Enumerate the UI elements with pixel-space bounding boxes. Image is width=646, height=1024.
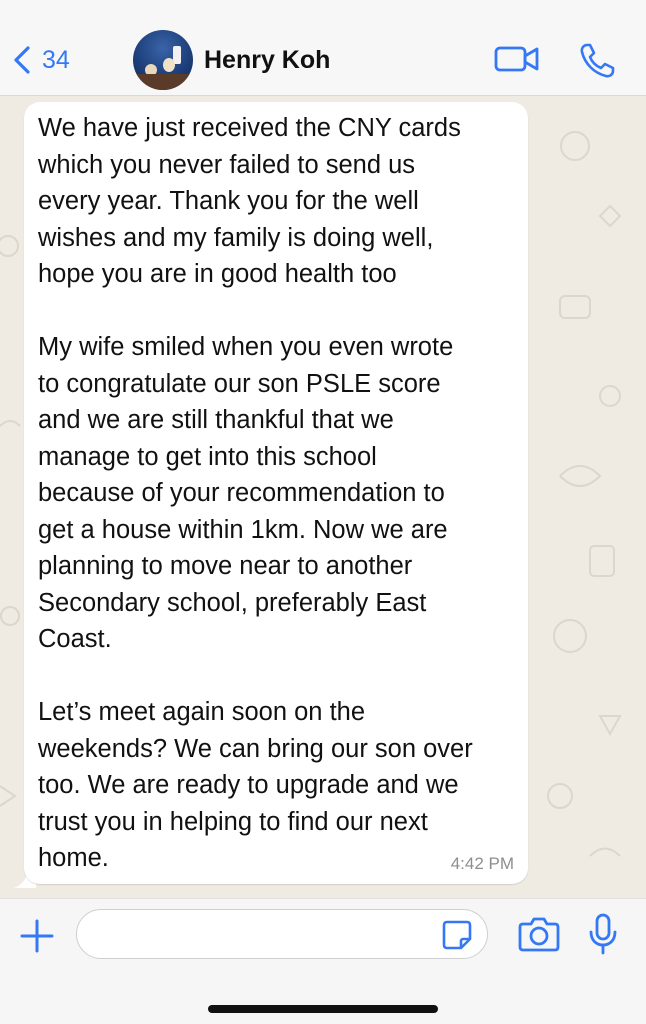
- contact-name[interactable]: Henry Koh: [204, 46, 330, 75]
- chat-header: 34 Henry Koh: [0, 0, 646, 96]
- back-button[interactable]: 34: [10, 40, 70, 80]
- chevron-left-icon: [14, 46, 30, 74]
- message-input[interactable]: [93, 910, 437, 958]
- phone-icon[interactable]: [578, 42, 616, 80]
- message-paragraph: We have just received the CNY cards whic…: [38, 114, 461, 288]
- message-paragraph: Let’s meet again soon on the weekends? W…: [38, 698, 473, 872]
- plus-icon[interactable]: [18, 917, 56, 955]
- message-input-container[interactable]: [76, 909, 488, 959]
- home-indicator: [208, 1005, 438, 1013]
- avatar[interactable]: [133, 30, 193, 90]
- chat-area[interactable]: We have just received the CNY cards whic…: [0, 96, 646, 898]
- microphone-icon[interactable]: [588, 913, 618, 955]
- message-timestamp: 4:42 PM: [450, 854, 514, 873]
- sticker-icon[interactable]: [441, 919, 473, 951]
- unread-count: 34: [42, 45, 70, 74]
- video-call-icon[interactable]: [494, 42, 540, 76]
- message-bubble[interactable]: We have just received the CNY cards whic…: [24, 102, 528, 884]
- message-composer: [0, 898, 646, 1024]
- message-paragraph: My wife smiled when you even wrote to co…: [38, 333, 454, 653]
- camera-icon[interactable]: [518, 915, 560, 953]
